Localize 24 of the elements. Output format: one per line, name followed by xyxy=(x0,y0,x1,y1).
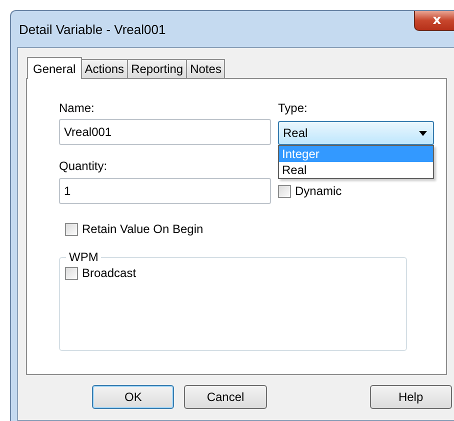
quantity-field[interactable]: 1 xyxy=(59,178,271,204)
checkbox-label: Retain Value On Begin xyxy=(82,222,204,236)
dialog-button[interactable]: Help xyxy=(370,385,452,409)
dialog-button[interactable]: OK xyxy=(92,385,174,409)
quantity-label: Quantity: xyxy=(59,159,108,173)
tab[interactable]: Notes xyxy=(186,59,226,78)
tab[interactable]: General xyxy=(27,57,82,79)
checkbox-label: Dynamic xyxy=(295,184,342,198)
name-field[interactable]: Vreal001 xyxy=(59,119,271,145)
close-button[interactable]: x xyxy=(414,11,454,31)
checkbox[interactable] xyxy=(278,184,291,198)
dropdown-option[interactable]: Real xyxy=(279,162,433,178)
type-dropdown[interactable]: Real xyxy=(278,121,434,145)
group-title: WPM xyxy=(66,250,102,264)
checkbox-label: Broadcast xyxy=(82,266,136,280)
tab[interactable]: Reporting xyxy=(127,59,188,78)
type-label: Type: xyxy=(278,101,308,115)
caret-icon xyxy=(419,130,427,136)
checkbox[interactable] xyxy=(65,222,78,236)
dialog-button[interactable]: Cancel xyxy=(184,385,267,409)
tab[interactable]: Actions xyxy=(80,59,128,78)
window-title: Detail Variable - Vreal001 xyxy=(19,22,167,37)
name-label: Name: xyxy=(59,101,96,115)
checkbox[interactable] xyxy=(65,266,78,280)
